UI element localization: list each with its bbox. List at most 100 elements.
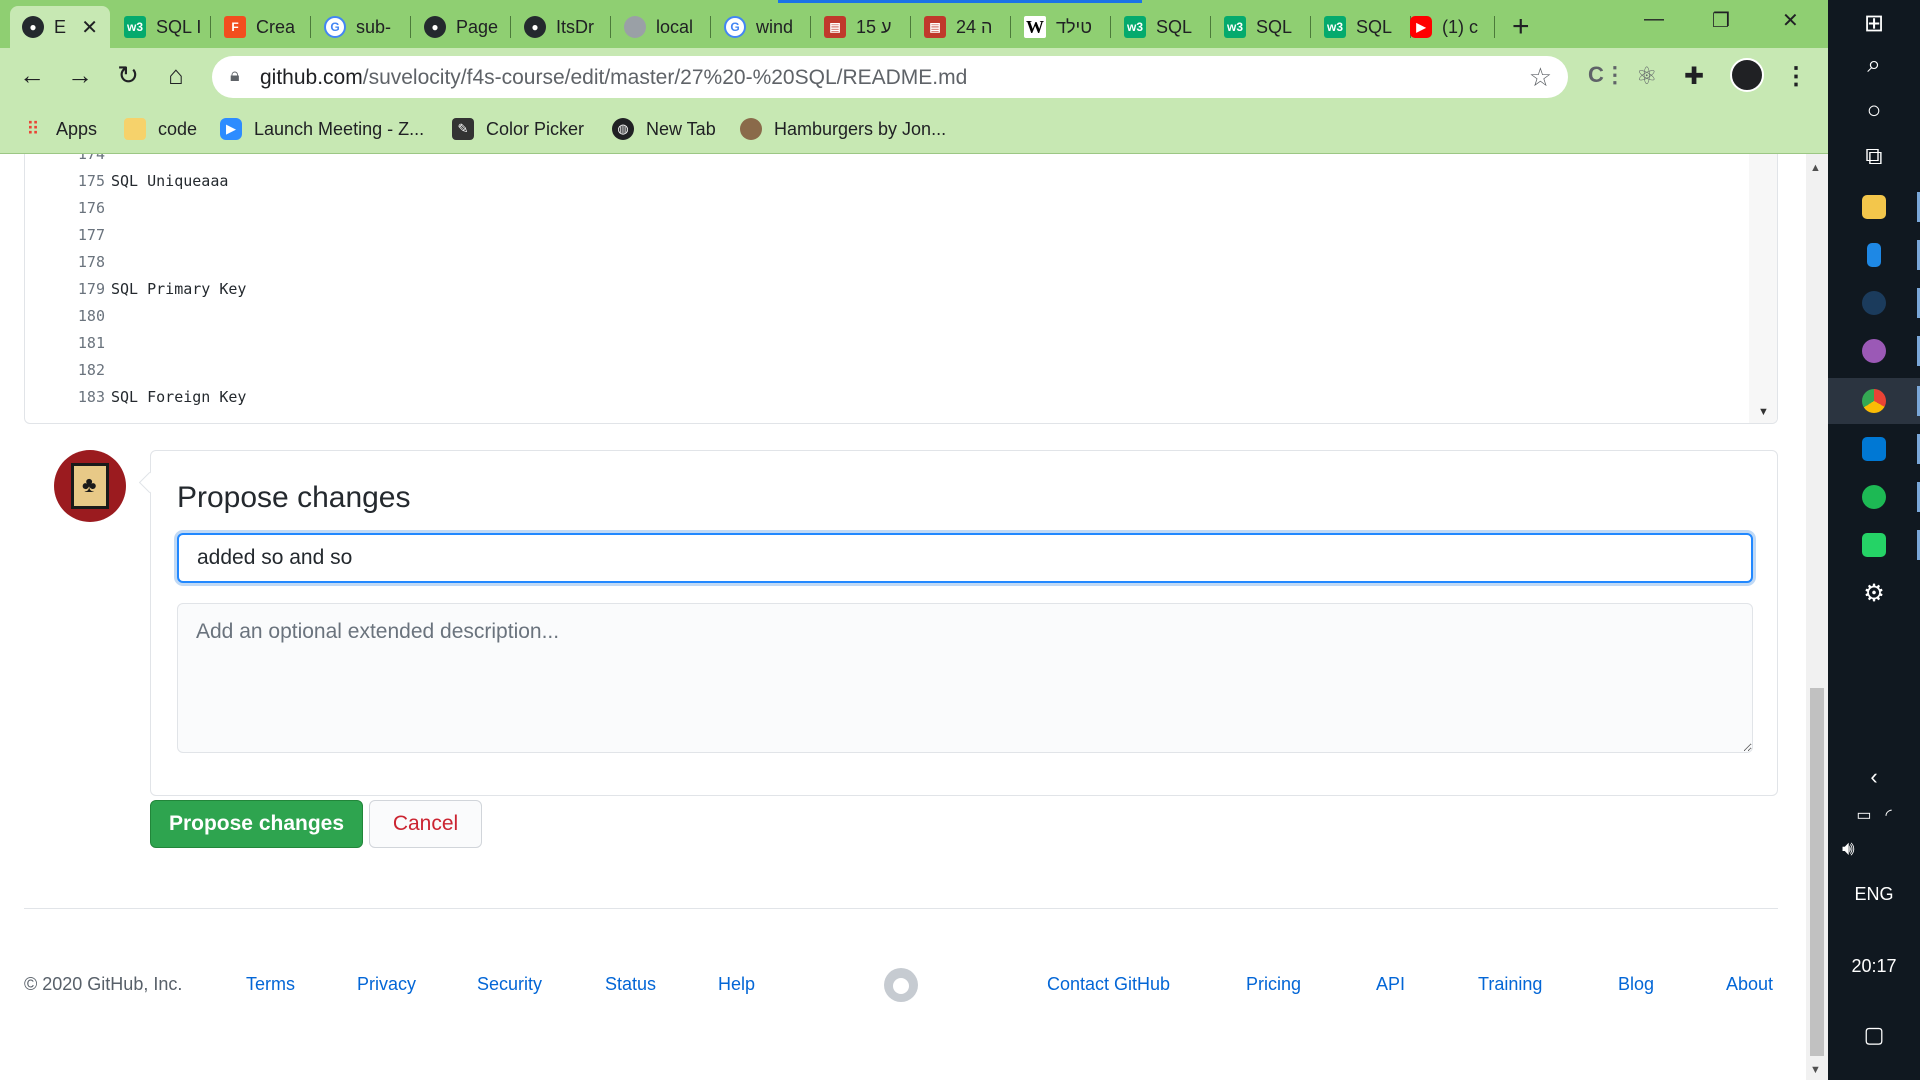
tab-2[interactable]: F Crea (212, 6, 308, 48)
tab-10[interactable]: W טילד (1012, 6, 1108, 48)
notification-icon: ▢ (1863, 1022, 1885, 1047)
tab-1[interactable]: w3 SQL I (112, 6, 208, 48)
taskbar-file-explorer[interactable] (1828, 184, 1920, 230)
tab-14[interactable]: ▶ (1) c (1398, 6, 1494, 48)
whatsapp-icon (1862, 533, 1886, 557)
footer-link-status[interactable]: Status (605, 974, 656, 995)
footer-link-api[interactable]: API (1376, 974, 1405, 995)
taskbar-settings[interactable]: ⚙ (1828, 570, 1920, 616)
tab-5[interactable]: ● ItsDr (512, 6, 608, 48)
bookmark-hamburgers[interactable]: Hamburgers by Jon... (740, 118, 946, 140)
tab-6[interactable]: local (612, 6, 708, 48)
tab-separator (510, 16, 511, 38)
new-tab-button[interactable]: + (1512, 10, 1530, 44)
avatar-icon (740, 118, 762, 140)
back-button[interactable]: ← (16, 60, 48, 91)
palm-tree-icon: ♣ (82, 472, 97, 497)
bookmark-zoom[interactable]: ▶ Launch Meeting - Z... (220, 118, 424, 140)
address-bar[interactable]: 🔒︎ github.com/suvelocity/f4s-course/edit… (212, 56, 1568, 98)
footer-link-about[interactable]: About (1726, 974, 1773, 995)
line-text: SQL Primary Key (111, 279, 247, 298)
url-host: github.com (260, 66, 363, 89)
footer-link-help[interactable]: Help (718, 974, 755, 995)
language-indicator[interactable]: ENG (1828, 884, 1920, 905)
tab-0[interactable]: ● E ✕ (10, 6, 110, 48)
tab-title: ItsDr (556, 16, 594, 37)
url-text: github.com/suvelocity/f4s-course/edit/ma… (260, 66, 967, 90)
bookmark-new-tab[interactable]: ◍ New Tab (612, 118, 716, 140)
extension-c-icon[interactable]: C⋮ (1588, 62, 1626, 88)
reload-button[interactable]: ↻ (112, 60, 144, 91)
bookmark-star-icon[interactable]: ☆ (1529, 62, 1552, 93)
user-avatar[interactable]: ♣ (54, 450, 126, 522)
tab-title: SQL (1256, 16, 1293, 37)
footer-link-contact[interactable]: Contact GitHub (1047, 974, 1170, 995)
tab-title: ה 24 (956, 16, 993, 37)
bookmark-label: Apps (56, 118, 98, 139)
taskbar-app-purple[interactable] (1828, 328, 1920, 374)
extensions-puzzle-icon[interactable]: ✚ (1684, 62, 1710, 90)
footer-link-security[interactable]: Security (477, 974, 542, 995)
tab-7[interactable]: G wind (712, 6, 808, 48)
tab-strip: ● E ✕ w3 SQL I F Crea G sub- ● Page ● It… (0, 0, 1828, 48)
scrollbar-thumb[interactable] (1810, 688, 1824, 1056)
tab-9[interactable]: ▤ ה 24 (912, 6, 1008, 48)
commit-summary-input[interactable] (177, 533, 1753, 583)
tab-12[interactable]: w3 SQL (1212, 6, 1308, 48)
footer-link-privacy[interactable]: Privacy (357, 974, 416, 995)
minimize-button[interactable]: — (1644, 8, 1664, 31)
taskbar-notepad[interactable] (1828, 232, 1920, 278)
page-scrollbar[interactable]: ▲ ▼ (1806, 154, 1828, 1080)
bookmark-label: New Tab (646, 118, 716, 139)
cancel-button[interactable]: Cancel (369, 800, 482, 848)
tab-11[interactable]: w3 SQL (1112, 6, 1208, 48)
bookmark-code[interactable]: code (124, 118, 197, 140)
taskbar-steam[interactable] (1828, 280, 1920, 326)
search-button[interactable]: ⌕ (1828, 42, 1920, 88)
line-number: 180 (77, 306, 105, 325)
tab-title: (1) c (1442, 16, 1478, 37)
action-center-button[interactable]: ▢ (1828, 1012, 1920, 1058)
zoom-icon: ▶ (220, 118, 242, 140)
restore-button[interactable]: ❐ (1712, 8, 1730, 33)
bookmark-color-picker[interactable]: ✎ Color Picker (452, 118, 584, 140)
home-button[interactable]: ⌂ (160, 60, 192, 91)
close-window-button[interactable]: ✕ (1782, 8, 1799, 33)
close-tab-icon[interactable]: ✕ (81, 15, 98, 40)
youtube-icon: ▶ (1410, 16, 1432, 38)
folder-icon (124, 118, 146, 140)
propose-changes-button[interactable]: Propose changes (150, 800, 363, 848)
taskbar-spotify[interactable] (1828, 474, 1920, 520)
tab-13[interactable]: w3 SQL (1312, 6, 1408, 48)
code-editor[interactable]: 174 175 SQL Uniqueaaa 176 177 178 179 SQL … (24, 154, 1778, 424)
taskbar-vscode[interactable] (1828, 426, 1920, 472)
spotify-icon (1862, 485, 1886, 509)
commit-description-textarea[interactable] (177, 603, 1753, 753)
bookmark-apps[interactable]: ⠿ Apps (22, 118, 97, 140)
chrome-menu-icon[interactable]: ⋮ (1784, 62, 1810, 90)
task-view-button[interactable]: ⧉ (1828, 134, 1920, 180)
footer-link-blog[interactable]: Blog (1618, 974, 1654, 995)
cortana-button[interactable]: ○ (1828, 88, 1920, 134)
footer-link-terms[interactable]: Terms (246, 974, 295, 995)
clock[interactable]: 20:17 (1828, 956, 1920, 977)
forward-button[interactable]: → (64, 60, 96, 91)
tab-8[interactable]: ▤ ע 15 (812, 6, 908, 48)
scroll-up-arrow-icon[interactable]: ▲ (1810, 162, 1821, 174)
code-line: 179 SQL Primary Key (25, 275, 247, 302)
footer-link-training[interactable]: Training (1478, 974, 1542, 995)
footer-link-pricing[interactable]: Pricing (1246, 974, 1301, 995)
taskbar-chrome[interactable] (1828, 378, 1920, 424)
w3schools-icon: w3 (1324, 16, 1346, 38)
github-logo-icon[interactable] (884, 968, 918, 1002)
volume-button[interactable]: 🔊︎ (1828, 826, 1920, 872)
scroll-down-arrow-icon[interactable]: ▼ (1758, 406, 1769, 418)
scroll-down-arrow-icon[interactable]: ▼ (1810, 1064, 1821, 1076)
taskbar-whatsapp[interactable] (1828, 522, 1920, 568)
start-button[interactable]: ⊞ (1828, 0, 1920, 46)
tab-4[interactable]: ● Page (412, 6, 508, 48)
tab-3[interactable]: G sub- (312, 6, 408, 48)
react-devtools-icon[interactable]: ⚛ (1636, 62, 1662, 90)
profile-avatar[interactable] (1730, 58, 1764, 92)
editor-scrollbar[interactable]: ▼ (1749, 154, 1777, 423)
